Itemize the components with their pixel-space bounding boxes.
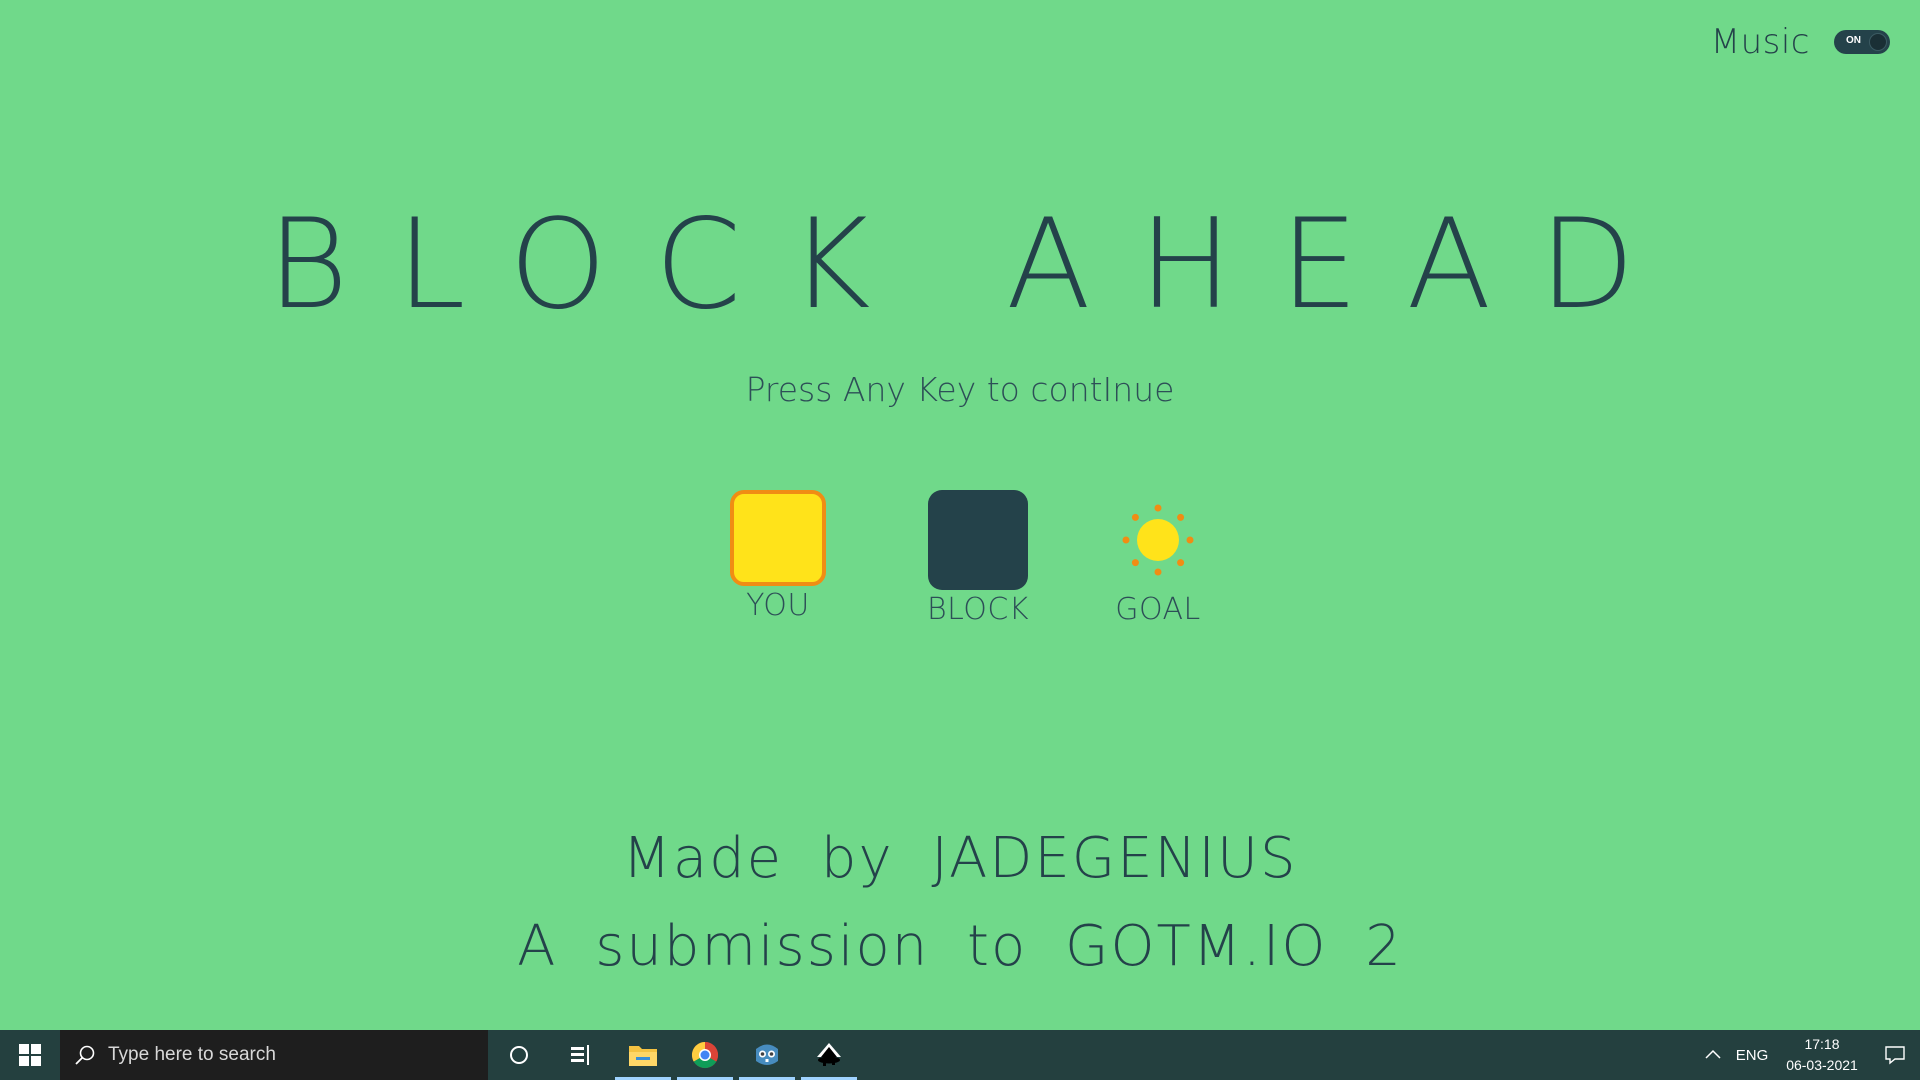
taskbar-app-godot[interactable] — [736, 1030, 798, 1080]
legend-item-you: YOU — [698, 490, 858, 623]
music-toggle-state: ON — [1846, 35, 1861, 46]
windows-icon — [19, 1044, 41, 1066]
show-hidden-icons-button[interactable] — [1696, 1046, 1730, 1064]
taskbar: Type here to search ENG 17:18 06-03-2021 — [0, 1030, 1920, 1080]
legend-label-goal: GOAL — [1115, 592, 1201, 627]
game-title: BLOCK AHEAD — [267, 193, 1683, 337]
task-view-button[interactable] — [550, 1030, 612, 1080]
legend-label-you: YOU — [746, 588, 810, 623]
toggle-knob — [1869, 33, 1887, 51]
credits-submission: A submission to GOTM.IO 2 — [517, 914, 1403, 979]
continue-prompt: Press Any Key to contInue — [745, 370, 1175, 409]
legend-label-block: BLOCK — [926, 592, 1030, 627]
cortana-icon — [510, 1046, 528, 1064]
music-label: Music — [1710, 22, 1810, 62]
clock-time: 17:18 — [1804, 1036, 1840, 1052]
block-square-icon — [928, 490, 1028, 590]
sun-icon — [1122, 504, 1194, 576]
inkscape-icon — [817, 1043, 841, 1066]
chevron-up-icon — [1705, 1049, 1721, 1059]
legend-item-block: BLOCK — [898, 490, 1058, 627]
taskbar-app-file-explorer[interactable] — [612, 1030, 674, 1080]
search-placeholder: Type here to search — [108, 1044, 276, 1065]
music-control: Music ON — [1711, 22, 1890, 62]
taskbar-search-box[interactable]: Type here to search — [60, 1030, 488, 1080]
language-indicator[interactable]: ENG — [1730, 1047, 1774, 1064]
start-button[interactable] — [0, 1030, 60, 1080]
system-tray: ENG 17:18 06-03-2021 — [1696, 1030, 1920, 1080]
legend-item-goal: GOAL — [1078, 490, 1238, 627]
cortana-button[interactable] — [488, 1030, 550, 1080]
legend: YOU BLOCK GOAL — [0, 490, 1920, 630]
search-icon — [75, 1045, 95, 1065]
music-toggle[interactable]: ON — [1834, 30, 1890, 54]
clock[interactable]: 17:18 06-03-2021 — [1774, 1034, 1870, 1076]
game-screen[interactable]: Music ON BLOCK AHEAD Press Any Key to co… — [0, 0, 1920, 1030]
player-square-icon — [730, 490, 826, 586]
godot-icon — [756, 1044, 778, 1065]
action-center-button[interactable] — [1870, 1030, 1920, 1080]
chrome-icon — [691, 1041, 719, 1069]
folder-icon — [629, 1046, 657, 1066]
taskbar-app-inkscape[interactable] — [798, 1030, 860, 1080]
credits-author: Made by JADEGENIUS — [622, 826, 1298, 891]
notification-icon — [1885, 1046, 1905, 1065]
clock-date: 06-03-2021 — [1786, 1057, 1858, 1073]
taskbar-app-chrome[interactable] — [674, 1030, 736, 1080]
task-view-icon — [571, 1045, 589, 1065]
